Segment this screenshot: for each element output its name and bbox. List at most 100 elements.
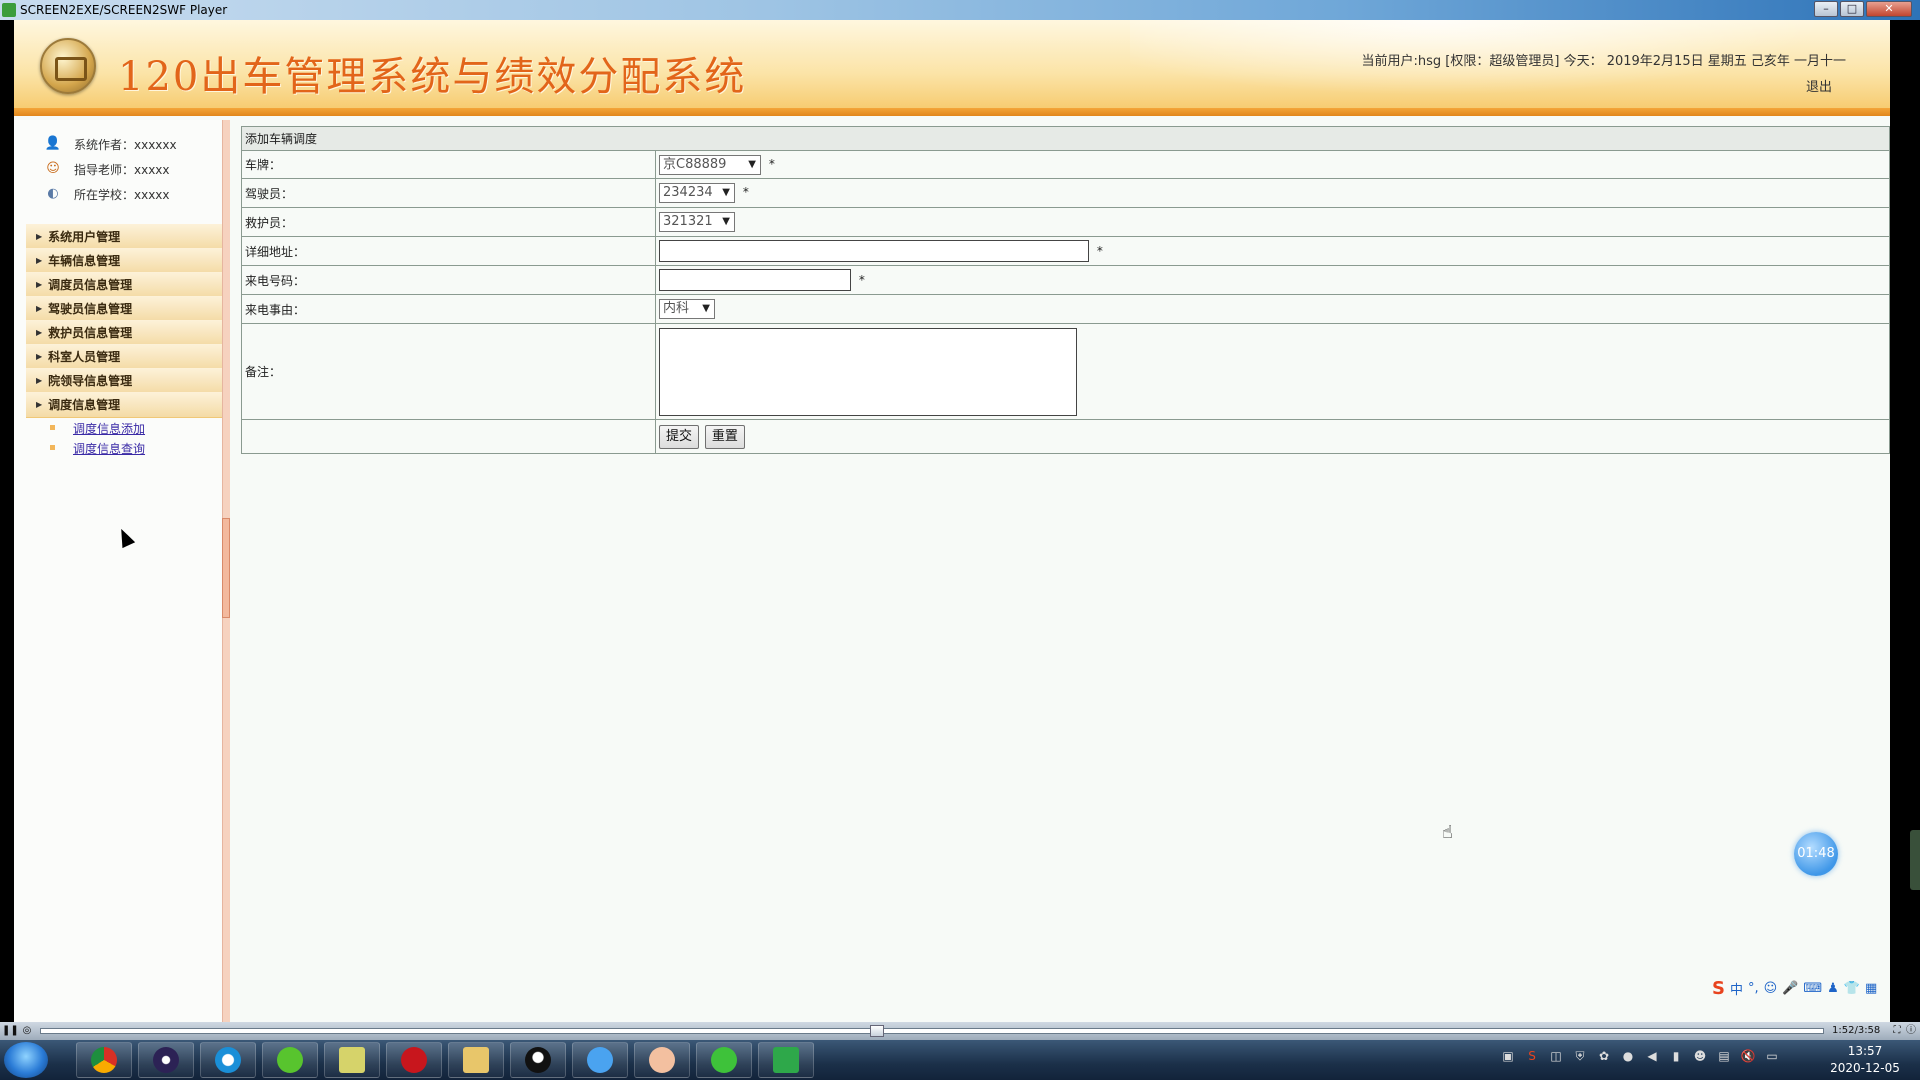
fullscreen-icon[interactable]: ⛶ <box>1890 1024 1904 1038</box>
add-dispatch-form: 添加车辆调度 车牌： 京C88889 ▼ * 驾驶员： 234234 ▼ * 救护员… <box>241 126 1890 454</box>
phone-label: 来电号码： <box>241 265 656 295</box>
seek-thumb[interactable] <box>870 1025 884 1037</box>
menu-hospital-leaders[interactable]: ▶ 院领导信息管理 <box>26 368 222 394</box>
form-row-plate: 车牌： 京C88889 ▼ * <box>241 150 1890 179</box>
tray-monitor-icon[interactable]: ▤ <box>1716 1048 1732 1064</box>
form-row-phone: 来电号码： * <box>241 265 1890 295</box>
info-school: ◐ 所在学校：xxxxx <box>44 184 170 204</box>
required-mark: * <box>742 185 749 199</box>
pause-icon[interactable]: ❚❚ <box>2 1024 19 1038</box>
tray-gear-icon[interactable]: ✿ <box>1596 1048 1612 1064</box>
editor-icon[interactable] <box>324 1042 380 1078</box>
school-icon: ◐ <box>47 186 59 201</box>
ime-emoji-icon[interactable]: ☺ <box>1764 981 1778 996</box>
tray-arrow-icon[interactable]: ◀ <box>1644 1048 1660 1064</box>
form-row-driver: 驾驶员： 234234 ▼ * <box>241 178 1890 208</box>
menu-vehicle-info[interactable]: ▶ 车辆信息管理 <box>26 248 222 274</box>
ime-mode-chinese[interactable]: 中 <box>1730 979 1743 998</box>
side-dock-tab[interactable] <box>1910 830 1920 890</box>
close-button[interactable]: ✕ <box>1866 1 1912 17</box>
recording-timer[interactable]: 01:48 <box>1794 832 1838 876</box>
bullet-icon <box>50 445 55 450</box>
caret-right-icon: ▶ <box>36 304 43 313</box>
ime-menu-icon[interactable]: ▦ <box>1865 981 1877 996</box>
player-title: SCREEN2EXE/SCREEN2SWF Player <box>20 3 228 17</box>
avatar-app-icon[interactable] <box>634 1042 690 1078</box>
info-icon[interactable]: ⓘ <box>1904 1024 1918 1038</box>
plate-select[interactable]: 京C88889 ▼ <box>659 154 761 175</box>
menu-system-users[interactable]: ▶ 系统用户管理 <box>26 224 222 250</box>
chrome-icon[interactable] <box>76 1042 132 1078</box>
ime-toolbar[interactable]: S 中 °, ☺ 🎤 ⌨ ♟ 👕 ▦ <box>1712 976 1890 1000</box>
menu-department-staff[interactable]: ▶ 科室人员管理 <box>26 344 222 370</box>
seek-track[interactable] <box>40 1028 1824 1034</box>
ime-keyboard-icon[interactable]: ⌨ <box>1803 981 1822 996</box>
baidu-netdisk-icon[interactable] <box>572 1042 628 1078</box>
tray-qq-icon[interactable]: ☻ <box>1692 1048 1708 1064</box>
maximize-button[interactable]: □ <box>1840 1 1864 17</box>
splitter-handle[interactable] <box>222 518 230 618</box>
rescuer-select[interactable]: 321321 ▼ <box>659 212 735 232</box>
menu-driver-info[interactable]: ▶ 驾驶员信息管理 <box>26 296 222 322</box>
tray-volume-icon[interactable]: 🔇 <box>1740 1048 1756 1064</box>
reason-select[interactable]: 内科 ▼ <box>659 299 715 319</box>
site-header: 120出车管理系统与绩效分配系统 当前用户:hsg [权限：超级管理员] 今天：… <box>14 20 1890 116</box>
tray-sogou-icon[interactable]: S <box>1524 1048 1540 1064</box>
driver-select[interactable]: 234234 ▼ <box>659 183 735 203</box>
screen2swf-icon[interactable] <box>758 1042 814 1078</box>
menu-dispatcher-info[interactable]: ▶ 调度员信息管理 <box>26 272 222 298</box>
eclipse-icon[interactable] <box>138 1042 194 1078</box>
menu-rescuer-info[interactable]: ▶ 救护员信息管理 <box>26 320 222 346</box>
logout-link[interactable]: 退出 <box>1806 76 1832 95</box>
plate-cell: 京C88889 ▼ * <box>655 150 1890 179</box>
reason-cell: 内科 ▼ <box>655 294 1890 324</box>
required-mark: * <box>768 156 775 171</box>
submenu-dispatch-add[interactable]: 调度信息添加 <box>50 420 145 437</box>
phone-input[interactable] <box>659 269 851 291</box>
reset-button[interactable]: 重置 <box>704 424 745 449</box>
green-app-icon[interactable] <box>262 1042 318 1078</box>
clock-date: 2020-12-05 <box>1830 1061 1900 1075</box>
tray-wechat-icon[interactable]: ● <box>1620 1048 1636 1064</box>
form-row-remark: 备注： <box>241 323 1890 420</box>
dropdown-arrow-icon: ▼ <box>702 303 710 314</box>
submenu-dispatch-query[interactable]: 调度信息查询 <box>50 440 145 457</box>
player-titlebar: SCREEN2EXE/SCREEN2SWF Player – □ ✕ <box>0 0 1920 20</box>
ime-punctuation[interactable]: °, <box>1748 981 1759 996</box>
folder-icon[interactable] <box>448 1042 504 1078</box>
info-school-label: 所在学校：xxxxx <box>74 187 170 202</box>
minimize-button[interactable]: – <box>1814 1 1838 17</box>
sogou-ime-icon[interactable]: S <box>1712 978 1725 999</box>
dropdown-arrow-icon: ▼ <box>722 216 730 227</box>
remark-textarea[interactable] <box>659 327 1077 416</box>
tray-shield-icon[interactable]: ⛨ <box>1572 1048 1588 1064</box>
tray-display-icon[interactable]: ▭ <box>1764 1048 1780 1064</box>
system-clock[interactable]: 13:57 2020-12-05 <box>1820 1043 1910 1077</box>
speed-icon[interactable]: ◎ <box>20 1024 34 1038</box>
ime-voice-icon[interactable]: 🎤 <box>1782 981 1798 996</box>
ime-user-icon[interactable]: ♟ <box>1827 981 1839 996</box>
system-tray: ▣ S ◫ ⛨ ✿ ● ◀ ▮ ☻ ▤ 🔇 ▭ <box>1500 1048 1780 1064</box>
rescuer-cell: 321321 ▼ <box>655 207 1890 237</box>
tray-app-icon[interactable]: ◫ <box>1548 1048 1564 1064</box>
remark-label: 备注： <box>241 323 656 420</box>
info-teacher: ☺ 指导老师：xxxxx <box>44 159 169 179</box>
info-author: 👤 系统作者：xxxxxx <box>44 134 177 154</box>
rescuer-label: 救护员： <box>241 207 656 237</box>
menu-dispatch-info[interactable]: ▶ 调度信息管理 <box>26 392 222 418</box>
flash-icon[interactable] <box>386 1042 442 1078</box>
wechat-icon[interactable] <box>696 1042 752 1078</box>
caret-right-icon: ▶ <box>36 280 43 289</box>
form-row-address: 详细地址： * <box>241 236 1890 266</box>
playback-time: 1:52/3:58 <box>1832 1025 1881 1036</box>
tray-network-icon[interactable]: ▮ <box>1668 1048 1684 1064</box>
submit-button[interactable]: 提交 <box>659 424 700 449</box>
tray-pc-icon[interactable]: ▣ <box>1500 1048 1516 1064</box>
browser-icon[interactable] <box>200 1042 256 1078</box>
driver-cell: 234234 ▼ * <box>655 178 1890 208</box>
address-input[interactable] <box>659 240 1089 262</box>
teacher-icon: ☺ <box>46 161 60 176</box>
start-button[interactable] <box>4 1042 48 1078</box>
ime-skin-icon[interactable]: 👕 <box>1844 981 1860 996</box>
qq-icon[interactable] <box>510 1042 566 1078</box>
